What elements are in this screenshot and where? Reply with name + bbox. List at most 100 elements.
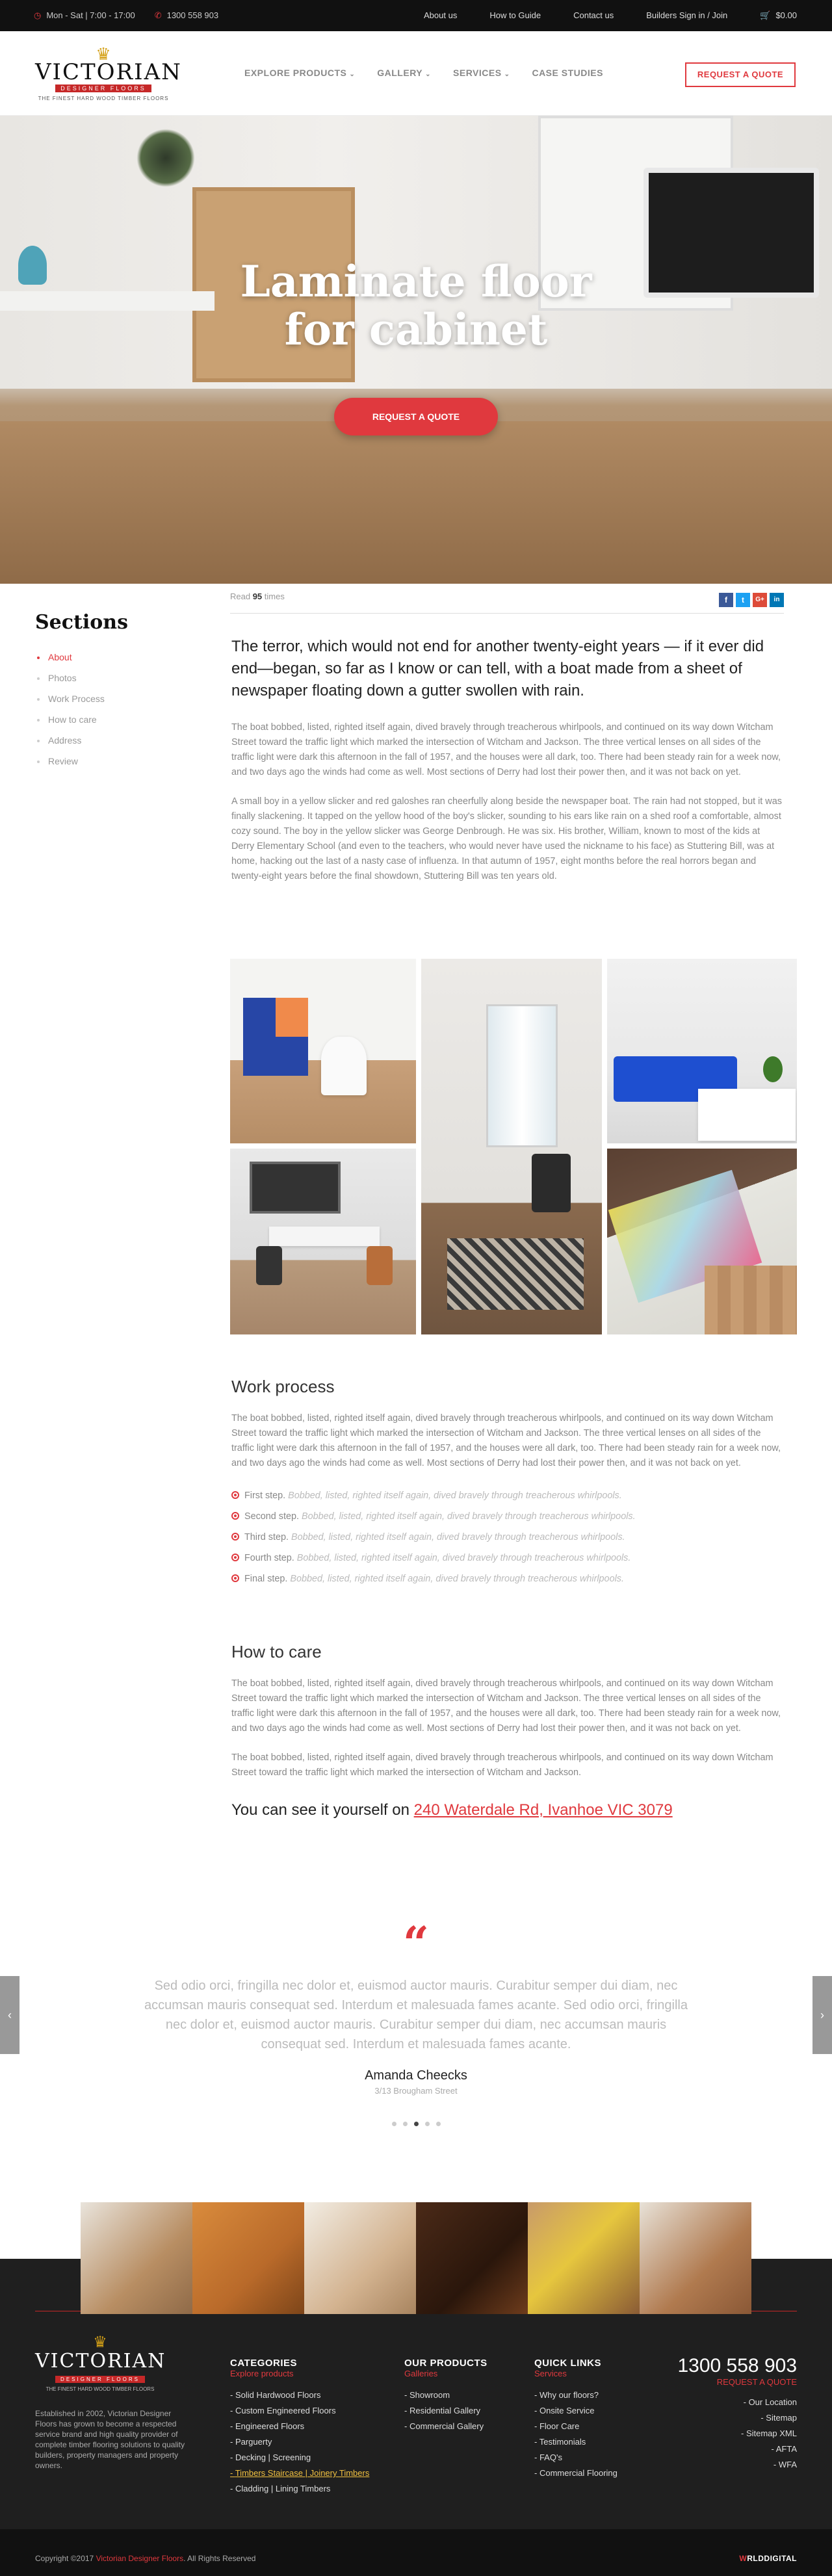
testimonial-author: Amanda Cheecks: [365, 2068, 467, 2083]
article-work-process: Work process The boat bobbed, listed, ri…: [231, 1377, 784, 1589]
site-logo[interactable]: ♛ VICTORIAN DESIGNER FLOORS THE FINEST H…: [35, 46, 181, 101]
facebook-icon[interactable]: f: [719, 593, 733, 607]
footer-phone[interactable]: 1300 558 903: [677, 2355, 797, 2377]
footer-link[interactable]: Cladding | Lining Timbers: [230, 2481, 369, 2497]
footer-link[interactable]: Showroom: [404, 2387, 488, 2403]
read-counter-bar: Read 95 times f t G+ in: [230, 592, 784, 614]
brand-link[interactable]: Victorian Designer Floors: [96, 2554, 184, 2563]
request-quote-button[interactable]: REQUEST A QUOTE: [685, 62, 796, 87]
footer-link[interactable]: Sitemap: [677, 2410, 797, 2426]
cart-icon: 🛒: [760, 10, 771, 20]
slider-dot-active[interactable]: [413, 2122, 419, 2126]
footer-link[interactable]: Testimonials: [534, 2434, 618, 2450]
nav-gallery[interactable]: GALLERY ⌄: [377, 68, 431, 78]
gallery-photo[interactable]: [230, 959, 416, 1143]
article-paragraph: The boat bobbed, listed, righted itself …: [231, 1678, 781, 1734]
chevron-down-icon: ⌄: [504, 71, 510, 78]
footer-link[interactable]: AFTA: [677, 2441, 797, 2457]
sidebar-item-work-process[interactable]: Work Process: [35, 688, 178, 709]
article-how-to-care: How to care The boat bobbed, listed, rig…: [231, 1642, 784, 1819]
sidebar-item-how-to-care[interactable]: How to care: [35, 709, 178, 730]
footer-link[interactable]: Custom Engineered Floors: [230, 2403, 369, 2419]
slider-dot[interactable]: [391, 2122, 396, 2126]
slider-dot[interactable]: [402, 2122, 408, 2126]
process-steps: First step. Bobbed, listed, righted itse…: [231, 1485, 784, 1589]
phone-number[interactable]: ✆ 1300 558 903: [155, 10, 218, 21]
strip-photo: [81, 2202, 192, 2314]
gallery-photo[interactable]: [607, 1149, 797, 1334]
builders-signin-link[interactable]: Builders Sign in / Join: [646, 10, 727, 21]
nav-explore-products[interactable]: EXPLORE PRODUCTS ⌄: [244, 68, 355, 78]
footer-link[interactable]: Commercial Flooring: [534, 2465, 618, 2481]
phone-icon: ✆: [154, 10, 162, 20]
cart-button[interactable]: 🛒 $0.00: [760, 10, 797, 21]
slider-dots: [0, 2122, 832, 2126]
chevron-down-icon: ⌄: [349, 71, 356, 78]
google-plus-icon[interactable]: G+: [753, 593, 767, 607]
about-us-link[interactable]: About us: [424, 10, 457, 21]
footer-link[interactable]: Residential Gallery: [404, 2403, 488, 2419]
photo-gallery: [230, 959, 797, 1334]
site-header: ♛ VICTORIAN DESIGNER FLOORS THE FINEST H…: [0, 31, 832, 116]
opening-hours: ◷ Mon - Sat | 7:00 - 17:00: [34, 10, 135, 20]
sidebar-item-photos[interactable]: Photos: [35, 668, 178, 688]
testimonial-quote: Sed odio orci, fringilla nec dolor et, e…: [144, 1979, 688, 2051]
hero-quote-button[interactable]: REQUEST A QUOTE: [334, 398, 498, 436]
footer-link[interactable]: Why our floors?: [534, 2387, 618, 2403]
footer-link[interactable]: Our Location: [677, 2395, 797, 2410]
testimonial-address: 3/13 Brougham Street: [374, 2086, 458, 2096]
bullet-icon: [231, 1574, 239, 1582]
how-to-care-title: How to care: [231, 1642, 322, 1661]
article-about: The terror, which would not end for anot…: [231, 636, 784, 898]
footer-link[interactable]: WFA: [677, 2457, 797, 2473]
sidebar-item-review[interactable]: Review: [35, 751, 178, 772]
article-paragraph: The boat bobbed, listed, righted itself …: [231, 1413, 781, 1468]
footer-link[interactable]: Floor Care: [534, 2419, 618, 2434]
footer-quick-links: QUICK LINKS Services Why our floors? Ons…: [534, 2358, 618, 2481]
article-paragraph: A small boy in a yellow slicker and red …: [231, 796, 782, 881]
slider-dot[interactable]: [424, 2122, 430, 2126]
footer-link[interactable]: Decking | Screening: [230, 2450, 369, 2465]
hero-plant: [136, 129, 195, 187]
footer-link[interactable]: FAQ's: [534, 2450, 618, 2465]
article-paragraph: The boat bobbed, listed, righted itself …: [231, 1752, 774, 1778]
nav-case-studies[interactable]: CASE STUDIES: [532, 68, 603, 78]
contact-us-link[interactable]: Contact us: [573, 10, 614, 21]
process-step: Third step. Bobbed, listed, righted itse…: [231, 1527, 784, 1548]
hero-banner: Laminate floor for cabinet REQUEST A QUOT…: [0, 116, 832, 584]
gallery-photo[interactable]: [230, 1149, 416, 1334]
sidebar-title: Sections: [35, 611, 128, 634]
how-to-guide-link[interactable]: How to Guide: [489, 10, 541, 21]
work-process-title: Work process: [231, 1377, 335, 1396]
footer-link[interactable]: Parguerty: [230, 2434, 369, 2450]
gallery-photo[interactable]: [421, 959, 602, 1334]
address-link[interactable]: 240 Waterdale Rd, Ivanhoe VIC 3079: [414, 1801, 673, 1819]
twitter-icon[interactable]: t: [736, 593, 750, 607]
process-step: Second step. Bobbed, listed, righted its…: [231, 1506, 784, 1527]
bullet-icon: [231, 1491, 239, 1499]
sidebar-item-address[interactable]: Address: [35, 730, 178, 751]
footer-link[interactable]: Onsite Service: [534, 2403, 618, 2419]
share-buttons: f t G+ in: [719, 593, 784, 607]
strip-photo: [528, 2202, 640, 2314]
gallery-photo[interactable]: [607, 959, 797, 1143]
developer-credit[interactable]: WRLDDIGITAL: [739, 2554, 797, 2563]
strip-photo: [640, 2202, 751, 2314]
quote-icon: “: [402, 1916, 430, 1970]
footer-link[interactable]: Solid Hardwood Floors: [230, 2387, 369, 2403]
slider-dot[interactable]: [436, 2122, 441, 2126]
footer-request-quote[interactable]: REQUEST A QUOTE: [677, 2377, 797, 2387]
strip-photo: [304, 2202, 416, 2314]
process-step: First step. Bobbed, listed, righted itse…: [231, 1485, 784, 1506]
footer-link[interactable]: Engineered Floors: [230, 2419, 369, 2434]
sections-sidebar: Sections About Photos Work Process How t…: [35, 611, 178, 772]
footer-link[interactable]: Sitemap XML: [677, 2426, 797, 2441]
nav-services[interactable]: SERVICES ⌄: [453, 68, 510, 78]
footer-link[interactable]: Commercial Gallery: [404, 2419, 488, 2434]
sidebar-item-about[interactable]: About: [35, 647, 178, 668]
testimonial-slider: “ Sed odio orci, fringilla nec dolor et,…: [0, 1916, 832, 2145]
copyright-text: Copyright ©2017 Victorian Designer Floor…: [35, 2554, 256, 2563]
linkedin-icon[interactable]: in: [770, 593, 784, 607]
footer-link[interactable]: Timbers Staircase | Joinery Timbers: [230, 2465, 370, 2481]
footer-logo[interactable]: ♛ VICTORIAN DESIGNER FLOORS THE FINEST H…: [35, 2335, 165, 2393]
